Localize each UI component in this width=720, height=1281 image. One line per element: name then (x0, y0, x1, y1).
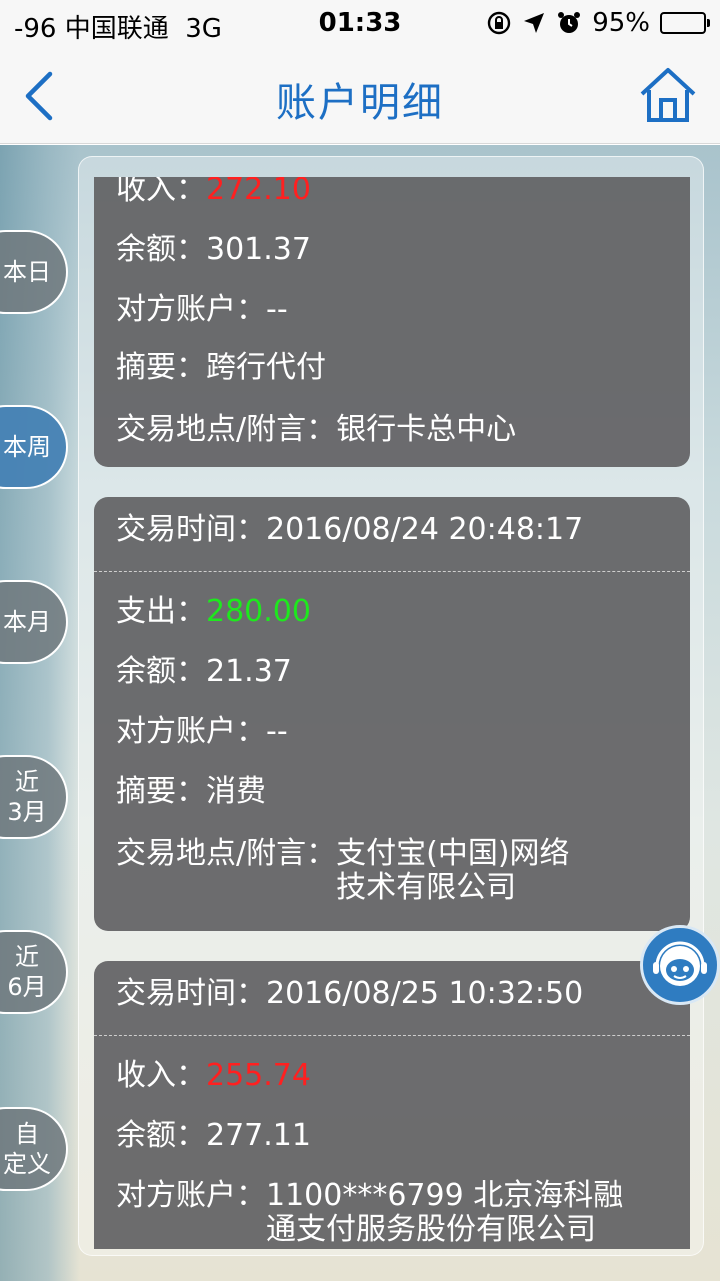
customer-service-robot-icon (653, 941, 707, 986)
income-amount: 272.10 (206, 177, 311, 207)
counterparty-value: 1100***6799 北京海科融 通支付服务股份有限公司 (266, 1179, 623, 1247)
balance-row: 余额：277.11 (116, 1119, 311, 1153)
transaction-card[interactable]: 交易时间：2016/08/25 10:32:50 收入：255.74 余额：27… (94, 961, 690, 1249)
navigation-bar: 账户明细 (0, 48, 720, 144)
time-label: 交易时间： (116, 512, 266, 547)
balance-row: 余额：301.37 (116, 233, 311, 267)
home-button[interactable] (638, 66, 698, 124)
alarm-icon (558, 12, 581, 33)
filter-label-line2: 6月 (7, 973, 47, 1001)
counterparty-value: -- (266, 714, 288, 749)
rotation-lock-icon (488, 11, 511, 35)
battery-percent: 95% (592, 8, 650, 38)
status-bar: -96 中国联通 3G 01:33 95% (0, 0, 720, 48)
transaction-list[interactable]: 收入：272.10 余额：301.37 对方账户：-- 摘要：跨行代付 交易地点… (78, 156, 704, 1256)
balance-value: 301.37 (206, 232, 311, 267)
filter-label: 自 定义 (0, 1119, 54, 1179)
location-row: 交易地点/附言：支付宝(中国)网络 技术有限公司 (116, 837, 570, 905)
filter-label-line2: 3月 (7, 798, 47, 826)
transaction-time-row: 交易时间：2016/08/25 10:32:50 (116, 977, 583, 1011)
page-title: 账户明细 (276, 80, 444, 126)
amount-label: 收入： (116, 177, 206, 207)
balance-value: 21.37 (206, 654, 292, 689)
battery-icon (660, 12, 710, 34)
filter-label-line2: 定义 (3, 1150, 51, 1178)
filter-label: 本周 (3, 433, 51, 461)
balance-label: 余额： (116, 1118, 206, 1153)
summary-value: 跨行代付 (206, 350, 326, 385)
filter-label-line1: 近 (15, 768, 39, 796)
amount-label: 收入： (116, 1058, 206, 1093)
income-amount: 255.74 (206, 1058, 311, 1093)
counterparty-row: 对方账户：1100***6799 北京海科融 通支付服务股份有限公司 (116, 1179, 623, 1247)
counterparty-row: 对方账户：-- (116, 715, 288, 749)
transaction-card[interactable]: 交易时间：2016/08/24 20:48:17 支出：280.00 余额：21… (94, 497, 690, 931)
status-icons: 95% (486, 8, 710, 38)
counterparty-row: 对方账户：-- (116, 293, 288, 327)
counterparty-value-line1: 1100***6799 北京海科融 (266, 1178, 624, 1213)
amount-label: 支出： (116, 594, 206, 629)
filter-label-line1: 近 (15, 943, 39, 971)
filter-label: 近 6月 (0, 942, 54, 1002)
summary-label: 摘要： (116, 350, 206, 385)
filter-label: 本月 (3, 608, 51, 636)
transaction-time-row: 交易时间：2016/08/24 20:48:17 (116, 513, 583, 547)
customer-service-button[interactable] (640, 925, 720, 1005)
counterparty-label: 对方账户： (116, 292, 266, 327)
transaction-card[interactable]: 收入：272.10 余额：301.37 对方账户：-- 摘要：跨行代付 交易地点… (94, 177, 690, 467)
time-label: 交易时间： (116, 976, 266, 1011)
transaction-list-scroll[interactable]: 收入：272.10 余额：301.37 对方账户：-- 摘要：跨行代付 交易地点… (79, 177, 703, 1249)
summary-row: 摘要：消费 (116, 775, 266, 809)
balance-row: 余额：21.37 (116, 655, 292, 689)
location-value-line2: 技术有限公司 (336, 870, 517, 905)
balance-value: 277.11 (206, 1118, 311, 1153)
amount-row: 支出：280.00 (116, 595, 311, 629)
counterparty-value: -- (266, 292, 288, 327)
counterparty-value-line2: 通支付服务股份有限公司 (266, 1212, 596, 1247)
divider (94, 1035, 690, 1036)
location-value-line1: 支付宝(中国)网络 (336, 836, 570, 871)
location-arrow-icon (524, 13, 545, 33)
counterparty-label: 对方账户： (116, 1178, 266, 1213)
location-value: 银行卡总中心 (336, 412, 517, 447)
filter-label: 本日 (3, 258, 51, 286)
location-label: 交易地点/附言： (116, 412, 337, 447)
location-value: 支付宝(中国)网络 技术有限公司 (336, 837, 569, 905)
counterparty-label: 对方账户： (116, 714, 266, 749)
location-row: 交易地点/附言：银行卡总中心 (116, 413, 516, 447)
expense-amount: 280.00 (206, 594, 311, 629)
balance-label: 余额： (116, 654, 206, 689)
summary-value: 消费 (206, 774, 266, 809)
time-value: 2016/08/25 10:32:50 (266, 976, 584, 1011)
divider (94, 571, 690, 572)
summary-label: 摘要： (116, 774, 206, 809)
summary-row: 摘要：跨行代付 (116, 351, 326, 385)
time-value: 2016/08/24 20:48:17 (266, 512, 584, 547)
balance-label: 余额： (116, 232, 206, 267)
filter-label: 近 3月 (0, 767, 54, 827)
amount-row: 收入：272.10 (116, 177, 311, 207)
amount-row: 收入：255.74 (116, 1059, 311, 1093)
location-label: 交易地点/附言： (116, 836, 337, 871)
filter-label-line1: 自 (15, 1120, 39, 1148)
